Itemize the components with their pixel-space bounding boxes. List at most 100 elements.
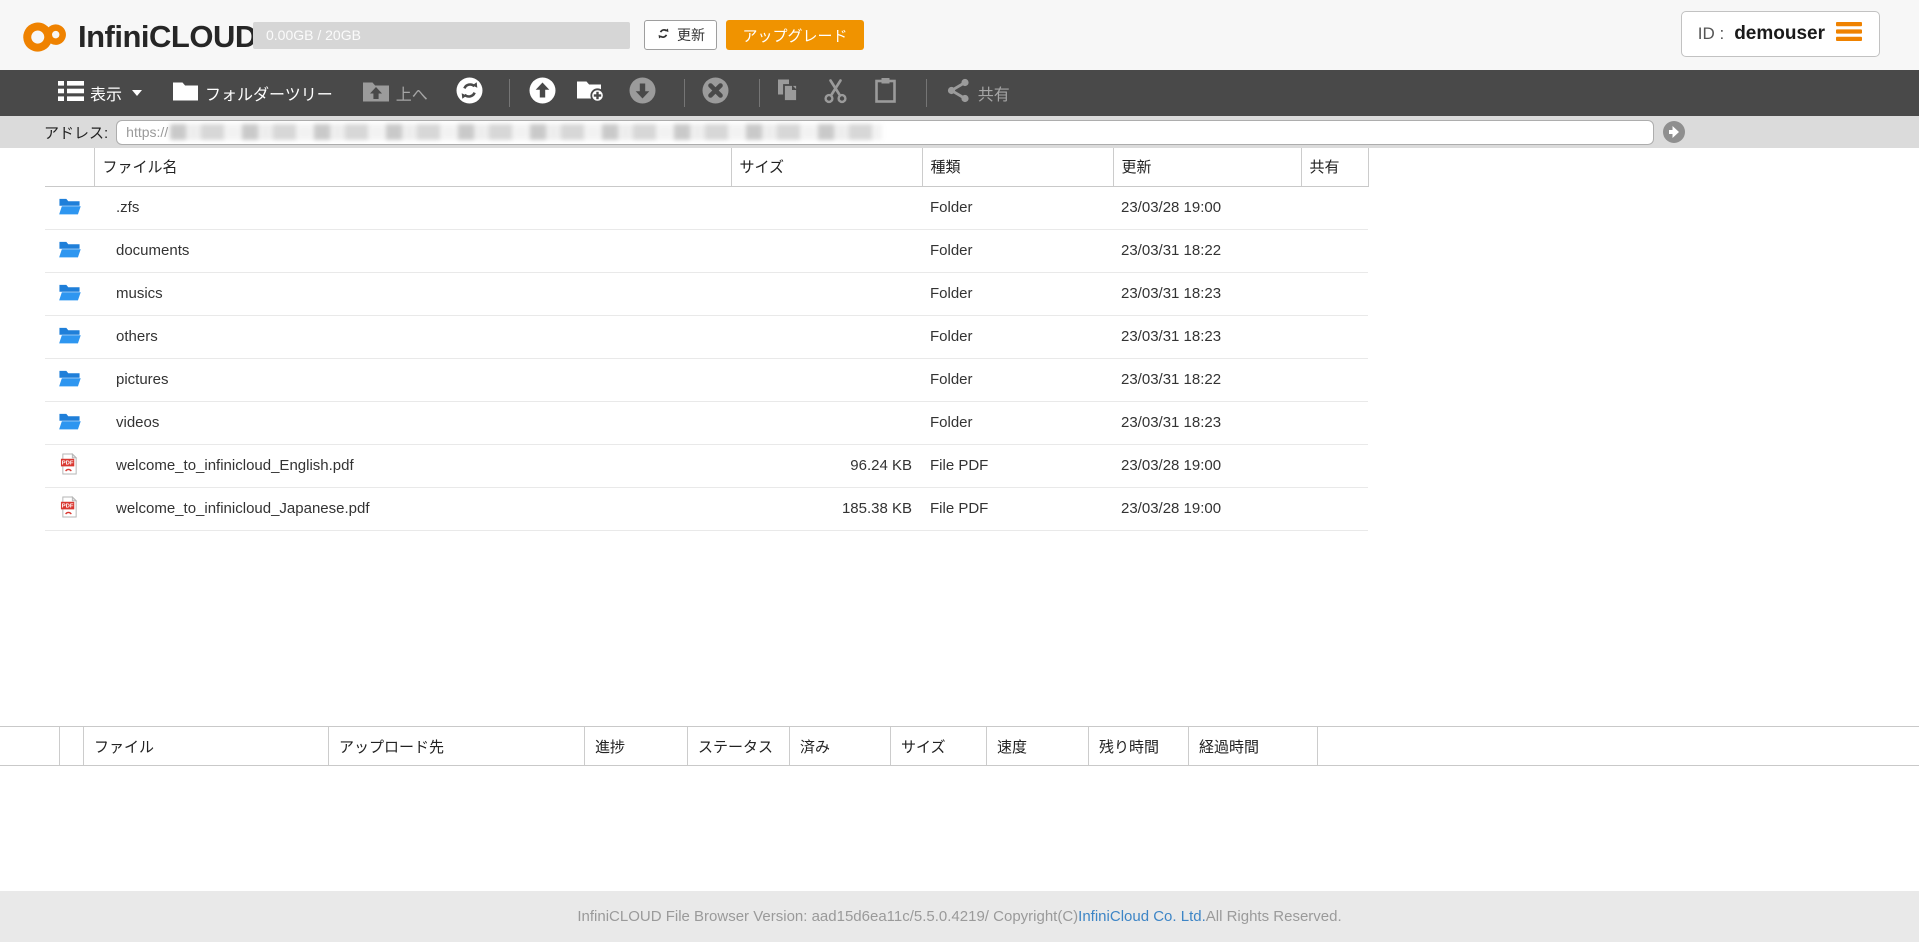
paste-button[interactable] bbox=[873, 77, 898, 109]
file-name[interactable]: pictures bbox=[94, 358, 731, 401]
column-header-type[interactable]: 種類 bbox=[922, 148, 1113, 186]
footer-version-text: InfiniCLOUD File Browser Version: aad15d… bbox=[577, 908, 1078, 925]
chevron-down-icon bbox=[132, 90, 142, 96]
file-size bbox=[731, 401, 922, 444]
table-row[interactable]: pictures Folder 23/03/31 18:22 bbox=[45, 358, 1368, 401]
address-input[interactable]: https:// bbox=[116, 120, 1654, 145]
download-button[interactable] bbox=[629, 77, 656, 109]
copy-pages-icon bbox=[775, 78, 801, 109]
column-header-share[interactable]: 共有 bbox=[1301, 148, 1368, 186]
folder-icon bbox=[58, 246, 81, 263]
svg-text:PDF: PDF bbox=[62, 503, 74, 509]
column-header-filename[interactable]: ファイル名 bbox=[94, 148, 731, 186]
file-share bbox=[1301, 487, 1368, 530]
table-row[interactable]: PDF welcome_to_infinicloud_English.pdf 9… bbox=[45, 444, 1368, 487]
table-row[interactable]: PDF welcome_to_infinicloud_Japanese.pdf … bbox=[45, 487, 1368, 530]
file-name[interactable]: .zfs bbox=[94, 186, 731, 229]
refresh-list-button[interactable] bbox=[456, 77, 483, 109]
cut-button[interactable] bbox=[822, 78, 849, 109]
file-name[interactable]: videos bbox=[94, 401, 731, 444]
file-updated: 23/03/28 19:00 bbox=[1113, 444, 1301, 487]
svg-text:PDF: PDF bbox=[62, 460, 74, 466]
file-size: 185.38 KB bbox=[731, 487, 922, 530]
go-up-label: 上へ bbox=[396, 81, 428, 105]
column-header-size[interactable]: サイズ bbox=[731, 148, 922, 186]
company-link[interactable]: InfiniCloud Co. Ltd. bbox=[1078, 908, 1206, 925]
table-row[interactable]: others Folder 23/03/31 18:23 bbox=[45, 315, 1368, 358]
go-arrow-icon bbox=[1662, 120, 1686, 144]
app-header: InfiniCLOUD 0.00GB / 20GB 更新 アップグレード ID … bbox=[0, 0, 1919, 70]
file-name[interactable]: welcome_to_infinicloud_English.pdf bbox=[94, 444, 731, 487]
address-bar: アドレス: https:// bbox=[0, 116, 1919, 148]
file-type: File PDF bbox=[922, 487, 1113, 530]
share-nodes-icon bbox=[945, 77, 972, 109]
upload-button[interactable] bbox=[529, 77, 556, 109]
toolbar-separator bbox=[509, 79, 510, 107]
file-share bbox=[1301, 358, 1368, 401]
folder-icon bbox=[58, 332, 81, 349]
view-label: 表示 bbox=[90, 81, 122, 105]
file-share bbox=[1301, 315, 1368, 358]
folder-icon bbox=[58, 203, 81, 220]
footer-rights-text: All Rights Reserved. bbox=[1206, 908, 1342, 925]
view-mode-button[interactable]: 表示 bbox=[58, 80, 142, 107]
toolbar-separator bbox=[684, 79, 685, 107]
id-label: ID : bbox=[1698, 24, 1724, 44]
folder-icon bbox=[58, 418, 81, 435]
table-row[interactable]: videos Folder 23/03/31 18:23 bbox=[45, 401, 1368, 444]
file-updated: 23/03/31 18:22 bbox=[1113, 229, 1301, 272]
table-row[interactable]: documents Folder 23/03/31 18:22 bbox=[45, 229, 1368, 272]
file-table: ファイル名 サイズ 種類 更新 共有 .zfs Folder 23/03/28 … bbox=[45, 148, 1369, 531]
storage-quota-bar: 0.00GB / 20GB bbox=[253, 22, 630, 49]
address-go-button[interactable] bbox=[1662, 120, 1686, 144]
folder-tree-button[interactable]: フォルダーツリー bbox=[172, 80, 333, 106]
username: demouser bbox=[1734, 23, 1825, 45]
file-list-panel: ファイル名 サイズ 種類 更新 共有 .zfs Folder 23/03/28 … bbox=[0, 148, 1919, 726]
file-type: Folder bbox=[922, 272, 1113, 315]
transfer-column-done: 済み bbox=[790, 727, 891, 765]
file-name[interactable]: others bbox=[94, 315, 731, 358]
copy-button[interactable] bbox=[775, 78, 801, 109]
file-updated: 23/03/28 19:00 bbox=[1113, 186, 1301, 229]
cancel-button[interactable] bbox=[702, 77, 729, 109]
transfer-queue-panel: ファイル アップロード先 進捗 ステータス 済み サイズ 速度 残り時間 経過時… bbox=[0, 726, 1919, 766]
go-up-button[interactable]: 上へ bbox=[362, 80, 428, 107]
column-header-icon bbox=[45, 148, 94, 186]
scissors-icon bbox=[822, 78, 849, 109]
file-updated: 23/03/31 18:22 bbox=[1113, 358, 1301, 401]
table-row[interactable]: .zfs Folder 23/03/28 19:00 bbox=[45, 186, 1368, 229]
address-url-prefix: https:// bbox=[126, 124, 168, 140]
address-label: アドレス: bbox=[44, 122, 108, 143]
file-type: Folder bbox=[922, 229, 1113, 272]
clipboard-icon bbox=[873, 77, 898, 109]
file-updated: 23/03/31 18:23 bbox=[1113, 272, 1301, 315]
file-size bbox=[731, 315, 922, 358]
file-updated: 23/03/28 19:00 bbox=[1113, 487, 1301, 530]
share-label: 共有 bbox=[978, 81, 1010, 105]
file-share bbox=[1301, 272, 1368, 315]
account-menu[interactable]: ID : demouser bbox=[1681, 11, 1880, 57]
transfer-column-size: サイズ bbox=[891, 727, 987, 765]
file-size: 96.24 KB bbox=[731, 444, 922, 487]
file-type: Folder bbox=[922, 401, 1113, 444]
hamburger-menu-icon[interactable] bbox=[1835, 21, 1863, 47]
refresh-circle-icon bbox=[456, 77, 483, 109]
table-row[interactable]: musics Folder 23/03/31 18:23 bbox=[45, 272, 1368, 315]
column-header-updated[interactable]: 更新 bbox=[1113, 148, 1301, 186]
file-type: Folder bbox=[922, 315, 1113, 358]
folder-icon bbox=[58, 375, 81, 392]
share-button[interactable]: 共有 bbox=[945, 77, 1010, 109]
transfer-column-icon bbox=[60, 727, 84, 765]
toolbar-separator bbox=[759, 79, 760, 107]
file-name[interactable]: documents bbox=[94, 229, 731, 272]
file-name[interactable]: welcome_to_infinicloud_Japanese.pdf bbox=[94, 487, 731, 530]
new-folder-button[interactable] bbox=[576, 79, 606, 108]
list-view-icon bbox=[58, 80, 84, 107]
file-updated: 23/03/31 18:23 bbox=[1113, 315, 1301, 358]
folder-icon bbox=[58, 289, 81, 306]
upgrade-button[interactable]: アップグレード bbox=[726, 20, 864, 50]
file-name[interactable]: musics bbox=[94, 272, 731, 315]
transfer-column-speed: 速度 bbox=[987, 727, 1089, 765]
refresh-quota-button[interactable]: 更新 bbox=[644, 20, 717, 50]
transfer-column-status: ステータス bbox=[688, 727, 790, 765]
